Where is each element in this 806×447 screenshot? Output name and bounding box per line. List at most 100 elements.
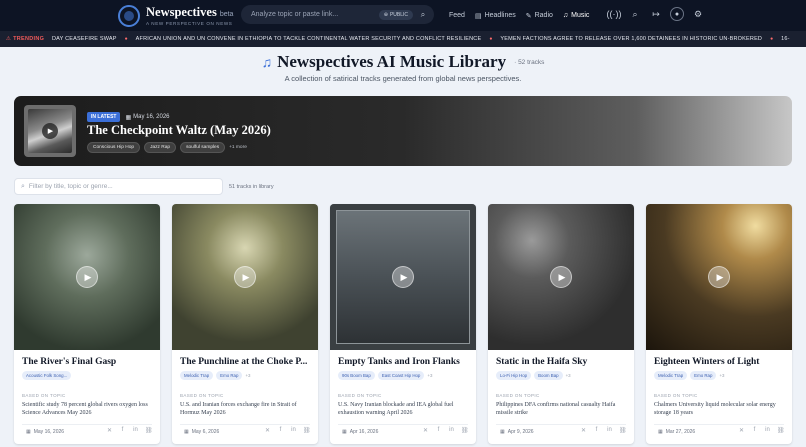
public-label: PUBLIC [389, 11, 408, 18]
newspectives-logo-icon[interactable] [118, 4, 140, 27]
linkedin-icon[interactable]: in [290, 427, 297, 434]
play-icon[interactable]: ▶ [76, 266, 98, 288]
newspaper-icon: ▤ [474, 12, 482, 20]
link-icon[interactable]: ⛓ [303, 427, 311, 434]
genre-tag[interactable]: Conscious Hip Hop [87, 142, 141, 153]
more-tags[interactable]: +3 [719, 373, 724, 378]
play-icon[interactable]: ▶ [550, 266, 572, 288]
divider [496, 424, 626, 425]
more-tags[interactable]: +3 [427, 373, 432, 378]
search-bar[interactable]: Analyze topic or paste link... ⊕ PUBLIC … [241, 5, 434, 24]
track-tags: Melodic Trap Emo Rap +3 [180, 371, 250, 380]
facebook-icon[interactable]: f [119, 427, 126, 434]
featured-meta: IN LATEST ▦ May 16, 2026 [87, 112, 170, 122]
radio-icon: ✎ [525, 12, 532, 20]
track-artwork[interactable]: ▶ [488, 204, 634, 350]
track-title[interactable]: The Punchline at the Choke P... [180, 357, 312, 367]
more-tags[interactable]: +3 [245, 373, 250, 378]
genre-tag[interactable]: Emo Rap [690, 371, 717, 380]
genre-tag[interactable]: Melodic Trap [654, 371, 688, 380]
search-input[interactable]: Analyze topic or paste link... [251, 11, 379, 18]
track-title[interactable]: The River's Final Gasp [22, 357, 154, 367]
facebook-icon[interactable]: f [277, 427, 284, 434]
facebook-icon[interactable]: f [435, 427, 442, 434]
filter-input[interactable] [28, 183, 209, 190]
x-icon[interactable]: ✕ [738, 427, 745, 434]
play-icon[interactable]: ▶ [234, 266, 256, 288]
brand-tagline: A NEW PERSPECTIVE ON NEWS [146, 21, 233, 26]
track-title[interactable]: Empty Tanks and Iron Flanks [338, 357, 470, 367]
track-artwork[interactable]: ▶ [646, 204, 792, 350]
linkedin-icon[interactable]: in [448, 427, 455, 434]
link-icon[interactable]: ⛓ [619, 427, 627, 434]
link-icon[interactable]: ⛓ [777, 427, 785, 434]
track-artwork[interactable]: ▶ [330, 204, 476, 350]
linkedin-icon[interactable]: in [764, 427, 771, 434]
genre-tag[interactable]: Boom Bap [534, 371, 563, 380]
genre-tag[interactable]: Jazz Rap [144, 142, 177, 153]
share-actions: ✕ f in ⛓ [106, 427, 153, 434]
globe-icon: ⊕ [383, 11, 388, 18]
track-artwork[interactable]: ▶ [14, 204, 160, 350]
featured-title[interactable]: The Checkpoint Waltz (May 2026) [87, 123, 271, 138]
public-toggle[interactable]: ⊕ PUBLIC [378, 9, 413, 20]
genre-tag[interactable]: 90s Boom Bap [338, 371, 375, 380]
music-note-icon: ♫ [261, 54, 273, 70]
based-on-label: BASED ON TOPIC [496, 393, 540, 398]
user-icon[interactable]: ● [670, 7, 684, 21]
nav-feed[interactable]: Feed [449, 12, 465, 19]
more-tags[interactable]: +3 [566, 373, 571, 378]
gear-icon[interactable]: ⚙ [691, 7, 705, 21]
facebook-icon[interactable]: f [751, 427, 758, 434]
x-icon[interactable]: ✕ [422, 427, 429, 434]
ticker-item[interactable]: 16- [781, 36, 798, 42]
track-date: ▦ Apr 9, 2026 [500, 429, 534, 435]
track-card[interactable]: ▶ Static in the Haifa Sky Lo-Fi Hip Hop … [488, 204, 634, 444]
track-artwork[interactable]: ▶ [172, 204, 318, 350]
nav-radio[interactable]: ✎ Radio [526, 12, 553, 20]
nav-music[interactable]: ♫ Music [563, 12, 590, 19]
track-card[interactable]: ▶ Eighteen Winters of Light Melodic Trap… [646, 204, 792, 444]
x-icon[interactable]: ✕ [264, 427, 271, 434]
based-on-label: BASED ON TOPIC [338, 393, 382, 398]
search-submit-icon[interactable]: ⌕ [417, 9, 429, 21]
featured-track[interactable]: ▶ IN LATEST ▦ May 16, 2026 The Checkpoin… [14, 96, 792, 166]
track-card[interactable]: ▶ The Punchline at the Choke P... Melodi… [172, 204, 318, 444]
share-actions: ✕ f in ⛓ [738, 427, 785, 434]
genre-tag[interactable]: soulful samples [180, 142, 226, 153]
linkedin-icon[interactable]: in [606, 427, 613, 434]
link-icon[interactable]: ⛓ [145, 427, 153, 434]
track-card[interactable]: ▶ The River's Final Gasp Acoustic Folk S… [14, 204, 160, 444]
play-icon[interactable]: ▶ [392, 266, 414, 288]
genre-tag[interactable]: Melodic Trap [180, 371, 214, 380]
share-actions: ✕ f in ⛓ [580, 427, 627, 434]
x-icon[interactable]: ✕ [580, 427, 587, 434]
x-icon[interactable]: ✕ [106, 427, 113, 434]
genre-tag[interactable]: Emo Rap [216, 371, 243, 380]
linkedin-icon[interactable]: in [132, 427, 139, 434]
track-card[interactable]: ▶ Empty Tanks and Iron Flanks 90s Boom B… [330, 204, 476, 444]
login-icon[interactable]: ↦ [649, 7, 663, 21]
play-icon[interactable]: ▶ [708, 266, 730, 288]
broadcast-icon[interactable]: ((·)) [607, 7, 622, 21]
main-nav: Feed ▤ Headlines ✎ Radio ♫ Music [449, 0, 589, 31]
genre-tag[interactable]: East Coast Hip Hop [377, 371, 425, 380]
more-tags[interactable]: +1 more [229, 145, 247, 150]
trending-label: ⚠ TRENDING [6, 36, 45, 42]
genre-tag[interactable]: Acoustic Folk Song... [22, 371, 72, 380]
filter-bar[interactable]: ⌕ [14, 178, 223, 195]
brand[interactable]: Newspectives beta A NEW PERSPECTIVE ON N… [146, 5, 233, 26]
search-icon[interactable]: ⌕ [628, 7, 642, 21]
brand-beta: beta [219, 11, 234, 18]
facebook-icon[interactable]: f [593, 427, 600, 434]
play-icon[interactable]: ▶ [42, 123, 58, 139]
featured-artwork[interactable]: ▶ [24, 105, 76, 157]
track-title[interactable]: Eighteen Winters of Light [654, 357, 786, 367]
ticker-item[interactable]: AFRICAN UNION AND UN CONVENE IN ETHIOPIA… [136, 36, 490, 42]
link-icon[interactable]: ⛓ [461, 427, 469, 434]
ticker-item[interactable]: YEMEN FACTIONS AGREE TO RELEASE OVER 1,6… [500, 36, 770, 42]
nav-headlines[interactable]: ▤ Headlines [475, 12, 516, 20]
ticker-item[interactable]: DAY CEASEFIRE SWAP [52, 36, 125, 42]
track-title[interactable]: Static in the Haifa Sky [496, 357, 628, 367]
genre-tag[interactable]: Lo-Fi Hip Hop [496, 371, 532, 380]
